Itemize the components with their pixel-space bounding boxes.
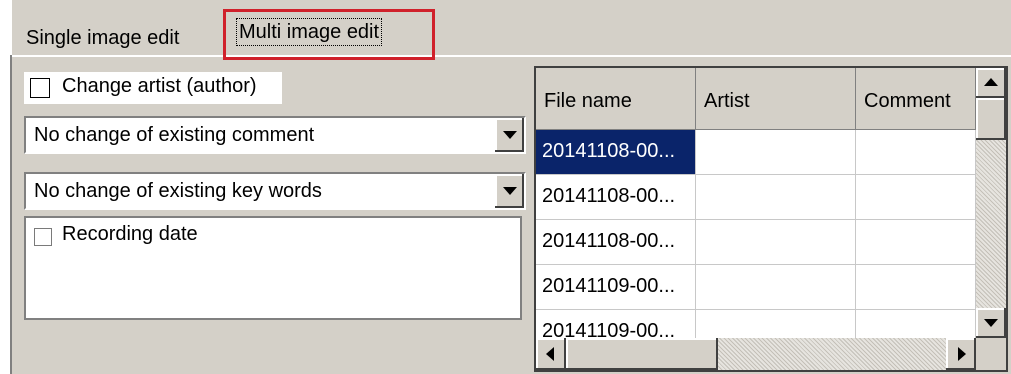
tab-single-image-edit[interactable]: Single image edit [26,27,179,50]
comment-cell[interactable] [856,175,976,220]
keywords-select[interactable]: No change of existing key words [24,172,526,210]
file-name-cell[interactable]: 20141109-00... [536,265,696,310]
file-name-cell[interactable]: 20141108-00... [536,175,696,220]
tab-multi-image-edit[interactable]: Multi image edit [236,18,383,46]
chevron-down-icon [503,131,517,139]
arrow-up-icon [984,78,998,86]
scroll-down-button[interactable] [976,308,1006,338]
recording-date-panel: Recording date [24,216,522,320]
table-row[interactable]: 20141108-00... [536,130,976,175]
scroll-left-button[interactable] [536,338,566,370]
arrow-right-icon [958,347,966,361]
column-header-file-name[interactable]: File name [536,68,696,130]
artist-cell[interactable] [696,130,856,175]
comment-select-value: No change of existing comment [34,124,315,146]
tab-strip-divider [12,55,1011,57]
artist-cell[interactable] [696,265,856,310]
comment-cell[interactable] [856,265,976,310]
change-artist-checkbox[interactable] [30,78,50,98]
comment-dropdown-button[interactable] [494,118,524,152]
keywords-dropdown-button[interactable] [494,174,524,208]
arrow-down-icon [984,319,998,327]
scroll-up-button[interactable] [976,68,1006,98]
keywords-select-value: No change of existing key words [34,180,322,202]
column-header-artist[interactable]: Artist [696,68,856,130]
file-name-cell[interactable]: 20141108-00... [536,130,696,175]
horizontal-scrollbar[interactable] [536,338,976,370]
change-artist-label: Change artist (author) [62,75,257,97]
table-row[interactable]: 20141109-00... [536,265,976,310]
table-row[interactable]: 20141108-00... [536,175,976,220]
vertical-scrollbar[interactable] [976,68,1006,338]
panel-border [10,55,12,374]
change-artist-option[interactable]: Change artist (author) [24,72,282,104]
table-row[interactable]: 20141108-00... [536,220,976,265]
recording-date-checkbox[interactable] [34,228,52,246]
artist-cell[interactable] [696,220,856,265]
artist-cell[interactable] [696,175,856,220]
files-grid[interactable]: File name Artist Comment 20141108-00... … [534,66,1008,372]
file-name-cell[interactable]: 20141108-00... [536,220,696,265]
chevron-down-icon [503,187,517,195]
multi-image-edit-window: Single image edit Multi image edit Chang… [0,0,1011,374]
vertical-scroll-thumb[interactable] [976,98,1006,140]
comment-select[interactable]: No change of existing comment [24,116,526,154]
horizontal-scroll-thumb[interactable] [566,338,718,370]
comment-cell[interactable] [856,130,976,175]
scroll-right-button[interactable] [946,338,976,370]
column-header-comment[interactable]: Comment [856,68,976,130]
recording-date-label: Recording date [62,223,198,245]
arrow-left-icon [546,347,554,361]
comment-cell[interactable] [856,220,976,265]
scrollbar-corner [976,338,1006,370]
